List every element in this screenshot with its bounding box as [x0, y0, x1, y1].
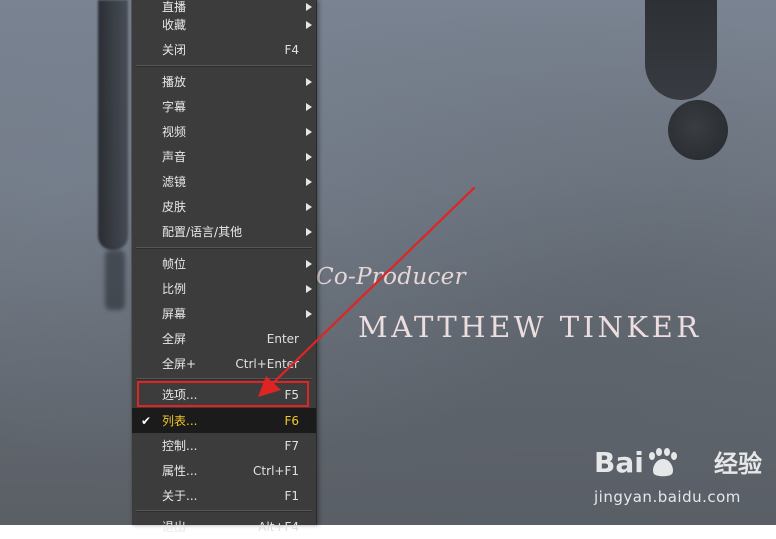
- baidu-logo-icon: Bai 经验: [594, 446, 762, 479]
- submenu-arrow-icon: [306, 259, 312, 268]
- submenu-arrow-icon: [306, 227, 312, 236]
- checkmark-icon: ✔: [141, 413, 152, 428]
- menu-item-video[interactable]: 视频: [132, 119, 316, 144]
- menu-item-label: 帧位: [162, 257, 187, 271]
- menu-item-label: 全屏: [162, 332, 187, 346]
- watermark-service-text: 经验: [714, 450, 762, 478]
- menu-item-fullscreen[interactable]: 全屏 Enter: [132, 326, 316, 351]
- menu-item-label: 配置/语言/其他: [162, 225, 243, 239]
- menu-item-exit[interactable]: 退出 Alt+F4: [132, 514, 316, 539]
- menu-item-label: 属性...: [162, 464, 198, 478]
- baidu-jingyan-watermark: Bai 经验 jingyan.baidu.com: [594, 440, 764, 510]
- annotation-highlight-box: [137, 381, 309, 407]
- submenu-arrow-icon: [306, 77, 312, 86]
- submenu-arrow-icon: [306, 284, 312, 293]
- menu-item-play[interactable]: 播放: [132, 69, 316, 94]
- video-figure-body: [645, 0, 717, 100]
- menu-item-shortcut: Enter: [266, 331, 299, 346]
- menu-item-favorites[interactable]: 收藏: [132, 12, 316, 37]
- menu-item-label: 比例: [162, 282, 187, 296]
- menu-separator: [136, 247, 312, 249]
- menu-item-subtitles[interactable]: 字幕: [132, 94, 316, 119]
- menu-item-about[interactable]: 关于... F1: [132, 483, 316, 508]
- credit-name: MATTHEW TINKER: [358, 310, 702, 344]
- context-menu: 直播 收藏 关闭 F4 播放 字幕 视频 声音 滤镜 皮肤 配置/语言/其他 帧…: [131, 0, 317, 534]
- menu-item-label: 字幕: [162, 100, 187, 114]
- credit-role: Co-Producer: [316, 264, 466, 290]
- menu-item-label: 列表...: [162, 414, 198, 428]
- submenu-arrow-icon: [306, 20, 312, 29]
- menu-item-screen[interactable]: 屏幕: [132, 301, 316, 326]
- submenu-arrow-icon: [306, 202, 312, 211]
- menu-item-config-language-other[interactable]: 配置/语言/其他: [132, 219, 316, 244]
- svg-text:Bai: Bai: [594, 446, 644, 479]
- menu-item-label: 关闭: [162, 43, 187, 57]
- menu-item-shortcut: Ctrl+F1: [253, 463, 299, 478]
- menu-item-label: 皮肤: [162, 200, 187, 214]
- menu-item-control[interactable]: 控制... F7: [132, 433, 316, 458]
- submenu-arrow-icon: [306, 152, 312, 161]
- menu-item-filters[interactable]: 滤镜: [132, 169, 316, 194]
- video-shadow-figure-lower: [105, 250, 125, 310]
- menu-separator: [136, 510, 312, 512]
- menu-item-frame-position[interactable]: 帧位: [132, 251, 316, 276]
- menu-separator: [136, 378, 312, 380]
- submenu-arrow-icon: [306, 102, 312, 111]
- menu-item-playlist[interactable]: ✔ 列表... F6: [132, 408, 316, 433]
- video-figure-head: [668, 100, 728, 160]
- menu-item-close[interactable]: 关闭 F4: [132, 37, 316, 62]
- menu-separator: [136, 65, 312, 67]
- menu-item-label: 播放: [162, 75, 187, 89]
- menu-item-shortcut: Ctrl+Enter: [235, 356, 299, 371]
- menu-item-shortcut: F6: [284, 413, 299, 428]
- menu-item-label: 关于...: [162, 489, 198, 503]
- menu-item-audio[interactable]: 声音: [132, 144, 316, 169]
- menu-item-fullscreen-plus[interactable]: 全屏+ Ctrl+Enter: [132, 351, 316, 376]
- menu-item-label: 屏幕: [162, 307, 187, 321]
- watermark-url: jingyan.baidu.com: [594, 488, 741, 506]
- menu-item-aspect-ratio[interactable]: 比例: [132, 276, 316, 301]
- menu-item-shortcut: F4: [284, 42, 299, 57]
- menu-item-label: 滤镜: [162, 175, 187, 189]
- submenu-arrow-icon: [306, 177, 312, 186]
- menu-item-shortcut: Alt+F4: [258, 519, 299, 534]
- menu-item-label: 视频: [162, 125, 187, 139]
- menu-item-label: 全屏+: [162, 357, 197, 371]
- menu-item-shortcut: F7: [284, 438, 299, 453]
- menu-item-shortcut: F1: [284, 488, 299, 503]
- menu-item-label: 控制...: [162, 439, 198, 453]
- submenu-arrow-icon: [306, 309, 312, 318]
- menu-item-label: 退出: [162, 520, 187, 534]
- menu-item-label: 声音: [162, 150, 187, 164]
- menu-item-label: 收藏: [162, 18, 187, 32]
- menu-item-properties[interactable]: 属性... Ctrl+F1: [132, 458, 316, 483]
- submenu-arrow-icon: [306, 2, 312, 11]
- menu-item-skin[interactable]: 皮肤: [132, 194, 316, 219]
- video-shadow-figure: [98, 0, 128, 250]
- submenu-arrow-icon: [306, 127, 312, 136]
